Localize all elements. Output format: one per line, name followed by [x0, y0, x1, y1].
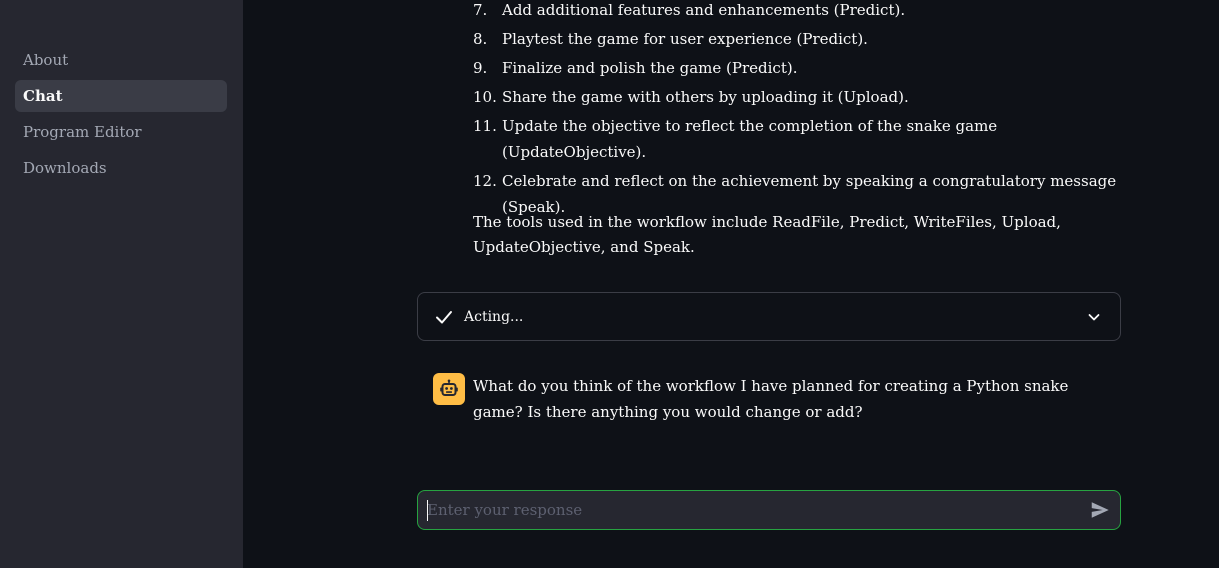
- robot-icon: [440, 379, 458, 396]
- app-window: About Chat Program Editor Downloads 7. A…: [0, 0, 1219, 568]
- sidebar-item-label: Chat: [23, 87, 63, 105]
- workflow-step-list: 7. Add additional features and enhanceme…: [473, 0, 1123, 223]
- assistant-avatar: [433, 373, 465, 405]
- step-text: Playtest the game for user experience (P…: [502, 30, 868, 48]
- sidebar: About Chat Program Editor Downloads: [0, 0, 243, 568]
- step-text: Add additional features and enhancements…: [502, 1, 906, 19]
- status-expander[interactable]: Acting...: [417, 292, 1121, 341]
- workflow-summary: The tools used in the workflow include R…: [473, 213, 1061, 256]
- step-text: Share the game with others by uploading …: [502, 88, 909, 106]
- step-text: Finalize and polish the game (Predict).: [502, 59, 798, 77]
- sidebar-item-downloads[interactable]: Downloads: [15, 152, 227, 184]
- step-number: 11.: [473, 117, 497, 135]
- list-item: 8. Playtest the game for user experience…: [473, 26, 1123, 52]
- chat-main: 7. Add additional features and enhanceme…: [243, 0, 1219, 568]
- list-item: 11. Update the objective to reflect the …: [473, 113, 1123, 165]
- chevron-down-icon[interactable]: [1086, 309, 1102, 325]
- sidebar-nav: About Chat Program Editor Downloads: [15, 44, 227, 188]
- step-number: 10.: [473, 88, 497, 106]
- sidebar-item-label: About: [23, 51, 69, 69]
- sidebar-item-program-editor[interactable]: Program Editor: [15, 116, 227, 148]
- send-icon[interactable]: [1089, 499, 1111, 521]
- sidebar-item-chat[interactable]: Chat: [15, 80, 227, 112]
- chat-input[interactable]: [418, 491, 1089, 529]
- sidebar-item-label: Program Editor: [23, 123, 142, 141]
- check-icon: [436, 310, 452, 323]
- step-number: 8.: [473, 30, 488, 48]
- status-label: Acting...: [464, 308, 524, 325]
- step-number: 7.: [473, 1, 488, 19]
- step-text: Update the objective to reflect the comp…: [502, 117, 998, 161]
- list-item: 7. Add additional features and enhanceme…: [473, 0, 1123, 23]
- list-item: 10. Share the game with others by upload…: [473, 84, 1123, 110]
- list-item: 9. Finalize and polish the game (Predict…: [473, 55, 1123, 81]
- step-number: 9.: [473, 59, 488, 77]
- sidebar-item-about[interactable]: About: [15, 44, 227, 76]
- sidebar-item-label: Downloads: [23, 159, 107, 177]
- text-caret: [427, 500, 428, 521]
- assistant-message: What do you think of the workflow I have…: [473, 377, 1069, 421]
- chat-input-container[interactable]: [417, 490, 1121, 530]
